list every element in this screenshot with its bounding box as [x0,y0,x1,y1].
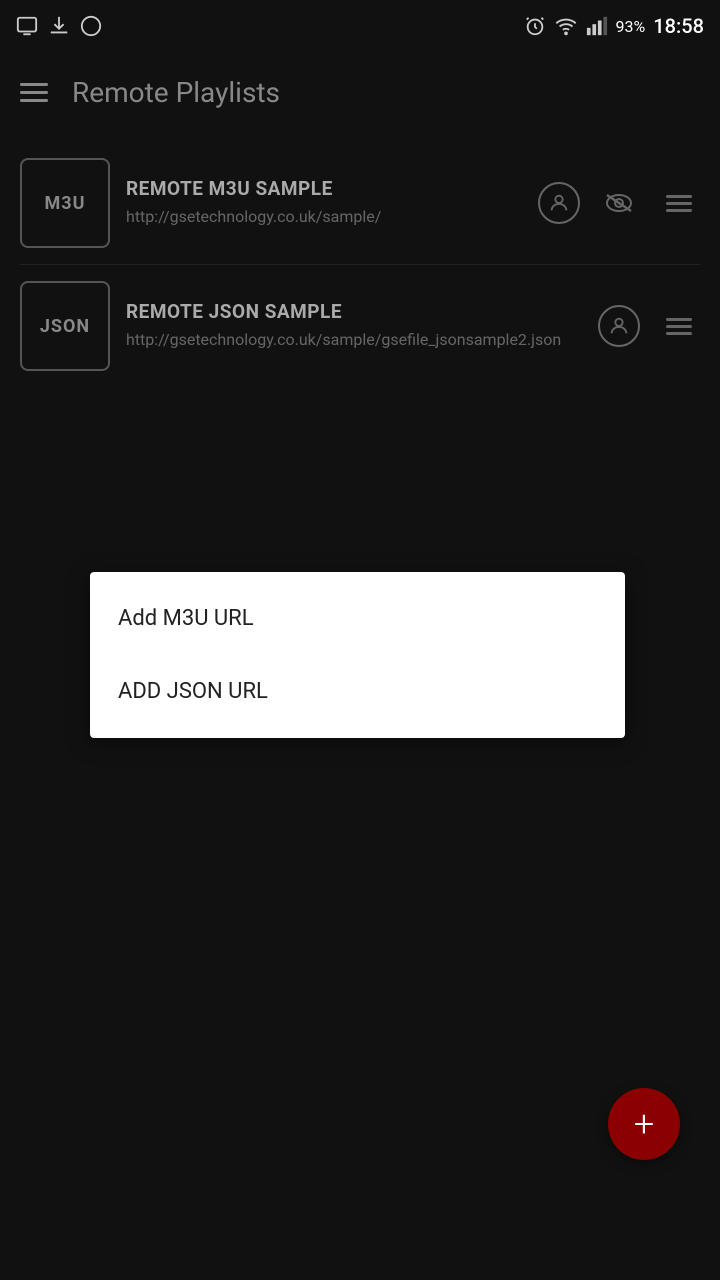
add-m3u-url-button[interactable]: Add M3U URL [90,582,625,655]
add-playlist-fab[interactable]: + [608,1088,680,1160]
add-json-url-button[interactable]: ADD JSON URL [90,655,625,728]
popup-overlay: Add M3U URL ADD JSON URL [0,0,720,1280]
fab-plus-icon: + [634,1106,654,1142]
popup-menu: Add M3U URL ADD JSON URL [90,572,625,738]
